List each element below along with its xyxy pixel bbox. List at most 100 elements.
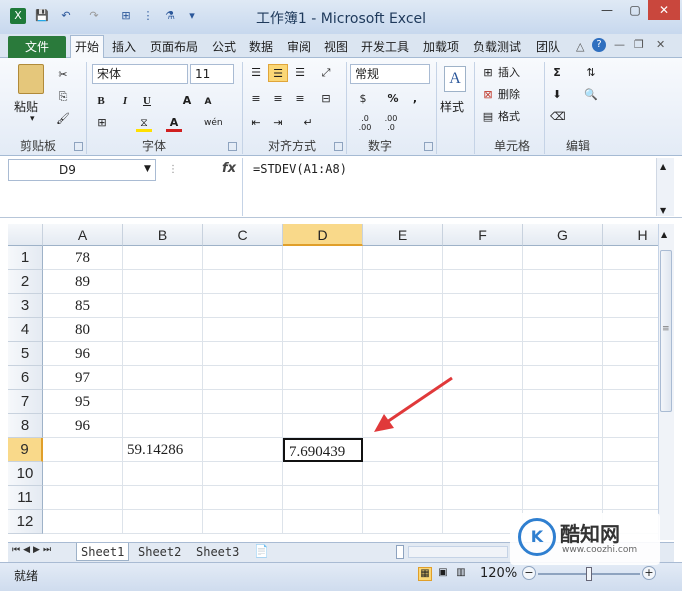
bottom-align-icon[interactable]: ☰ xyxy=(292,64,308,82)
undo-icon[interactable]: ↶ xyxy=(58,8,74,24)
cell-H2[interactable] xyxy=(603,270,658,294)
cell-H9[interactable] xyxy=(603,438,658,462)
cell-D1[interactable] xyxy=(283,246,363,270)
tab-home[interactable]: 开始 xyxy=(70,35,105,59)
cell-A3[interactable]: 85 xyxy=(43,294,123,318)
cell-G10[interactable] xyxy=(523,462,603,486)
column-header[interactable]: C xyxy=(203,224,283,246)
tab-insert[interactable]: 插入 xyxy=(108,37,140,58)
font-size-select[interactable]: 11 xyxy=(190,64,234,84)
cell-C8[interactable] xyxy=(203,414,283,438)
insert-function-button[interactable]: fx xyxy=(222,161,236,176)
cell-G5[interactable] xyxy=(523,342,603,366)
align-center-icon[interactable]: ≡ xyxy=(270,90,286,108)
zoom-out-icon[interactable]: − xyxy=(522,566,536,580)
redo-icon[interactable]: ↷ xyxy=(86,8,102,24)
font-name-select[interactable]: 宋体 xyxy=(92,64,188,84)
comma-style-button[interactable]: , xyxy=(408,90,422,108)
cell-D4[interactable] xyxy=(283,318,363,342)
tab-team[interactable]: 团队 xyxy=(532,37,564,58)
underline-button[interactable]: U xyxy=(140,92,154,110)
normal-view-icon[interactable]: ▦ xyxy=(418,567,432,581)
cell-E12[interactable] xyxy=(363,510,443,534)
active-cell-D9[interactable]: 7.690439 xyxy=(283,438,363,462)
cell-D3[interactable] xyxy=(283,294,363,318)
insert-cells-icon[interactable]: ⊞ xyxy=(480,64,496,82)
formula-input[interactable]: =STDEV(A1:A8) xyxy=(242,158,654,216)
tab-page-layout[interactable]: 页面布局 xyxy=(146,37,202,58)
cell-G3[interactable] xyxy=(523,294,603,318)
cell-D11[interactable] xyxy=(283,486,363,510)
delete-cells-button[interactable]: 删除 xyxy=(498,86,530,104)
formula-bar-splitter[interactable]: ⋮ xyxy=(168,164,178,175)
column-header[interactable]: A xyxy=(43,224,123,246)
cell-C7[interactable] xyxy=(203,390,283,414)
cell-B7[interactable] xyxy=(123,390,203,414)
insert-sheet-icon[interactable]: 📄 xyxy=(254,544,269,558)
cell-A6[interactable]: 97 xyxy=(43,366,123,390)
cell-A10[interactable] xyxy=(43,462,123,486)
tab-addins[interactable]: 加载项 xyxy=(419,37,463,58)
number-launcher-icon[interactable] xyxy=(424,142,433,151)
cell-C11[interactable] xyxy=(203,486,283,510)
cell-E9[interactable] xyxy=(363,438,443,462)
cell-E1[interactable] xyxy=(363,246,443,270)
cell-F11[interactable] xyxy=(443,486,523,510)
maximize-icon[interactable]: ▢ xyxy=(622,0,648,20)
cell-H5[interactable] xyxy=(603,342,658,366)
cell-A11[interactable] xyxy=(43,486,123,510)
increase-decimal-button[interactable]: .0 .00 xyxy=(354,114,376,132)
cell-C3[interactable] xyxy=(203,294,283,318)
scroll-up-icon[interactable]: ▲ xyxy=(660,162,666,171)
cell-C10[interactable] xyxy=(203,462,283,486)
cell-A5[interactable]: 96 xyxy=(43,342,123,366)
zoom-in-icon[interactable]: + xyxy=(642,566,656,580)
copy-icon[interactable]: ⎘ xyxy=(56,88,70,106)
cell-A2[interactable]: 89 xyxy=(43,270,123,294)
accounting-format-icon[interactable]: $ xyxy=(354,90,372,108)
row-header[interactable]: 1 xyxy=(8,246,43,270)
wrap-text-icon[interactable]: ↵ xyxy=(300,114,316,132)
row-header[interactable]: 3 xyxy=(8,294,43,318)
cell-B8[interactable] xyxy=(123,414,203,438)
minimize-ribbon-icon[interactable]: △ xyxy=(576,40,584,53)
zoom-slider-thumb[interactable] xyxy=(586,567,592,581)
cell-H11[interactable] xyxy=(603,486,658,510)
column-header[interactable]: H xyxy=(603,224,658,246)
cell-H8[interactable] xyxy=(603,414,658,438)
cell-C9[interactable] xyxy=(203,438,283,462)
row-header[interactable]: 4 xyxy=(8,318,43,342)
tab-data[interactable]: 数据 xyxy=(245,37,277,58)
middle-align-icon[interactable]: ☰ xyxy=(268,64,288,82)
cell-B4[interactable] xyxy=(123,318,203,342)
row-header[interactable]: 6 xyxy=(8,366,43,390)
cell-B3[interactable] xyxy=(123,294,203,318)
sheet-tab-sheet2[interactable]: Sheet2 xyxy=(134,543,185,561)
doc-restore-icon[interactable]: ❐ xyxy=(634,38,644,51)
grow-font-button[interactable]: A xyxy=(180,92,194,110)
row-header[interactable]: 11 xyxy=(8,486,43,510)
cell-H1[interactable] xyxy=(603,246,658,270)
clear-icon[interactable]: ⌫ xyxy=(550,108,566,126)
cell-C5[interactable] xyxy=(203,342,283,366)
cell-B12[interactable] xyxy=(123,510,203,534)
delete-cells-icon[interactable]: ⊠ xyxy=(480,86,496,104)
cell-F10[interactable] xyxy=(443,462,523,486)
font-launcher-icon[interactable] xyxy=(228,142,237,151)
row-header[interactable]: 7 xyxy=(8,390,43,414)
column-header[interactable]: B xyxy=(123,224,203,246)
styles-button[interactable]: 样式 xyxy=(440,98,464,115)
cell-B9[interactable]: 59.14286 xyxy=(123,438,203,462)
save-icon[interactable]: 💾 xyxy=(34,8,50,24)
increase-indent-icon[interactable]: ⇥ xyxy=(270,114,286,132)
cell-H10[interactable] xyxy=(603,462,658,486)
cell-H4[interactable] xyxy=(603,318,658,342)
cell-A9[interactable] xyxy=(43,438,123,462)
alignment-launcher-icon[interactable] xyxy=(334,142,343,151)
cell-G1[interactable] xyxy=(523,246,603,270)
quick-access-icon-2[interactable]: ⋮ xyxy=(140,8,156,24)
cut-icon[interactable]: ✂ xyxy=(56,66,70,84)
cell-C1[interactable] xyxy=(203,246,283,270)
zoom-level[interactable]: 120% xyxy=(480,566,517,581)
fill-color-icon[interactable]: ⧖ xyxy=(136,114,152,132)
